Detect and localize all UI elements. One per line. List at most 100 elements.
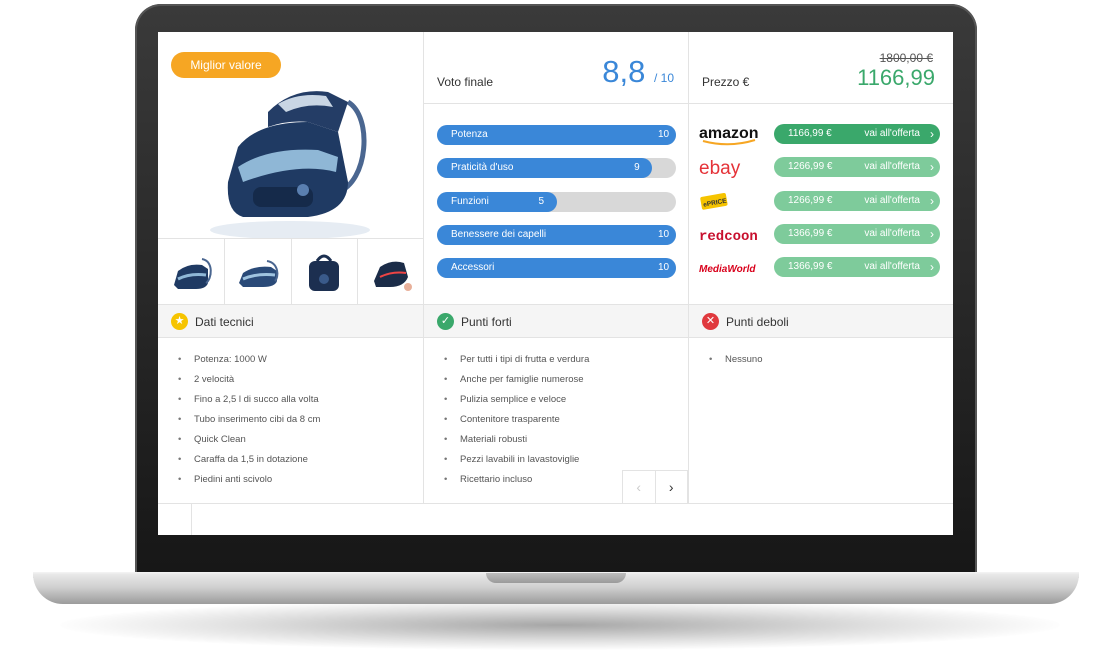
final-score-label: Voto finale (437, 75, 494, 89)
score-bar-label: Funzioni (451, 195, 489, 207)
offer-button-eprice[interactable]: 1266,99 € vai all'offerta › (774, 190, 940, 211)
list-item: Nessuno (709, 350, 763, 370)
tech-specs-list: Potenza: 1000 W 2 velocità Fino a 2,5 l … (178, 350, 320, 490)
list-item: Caraffa da 1,5 in dotazione (178, 450, 320, 470)
offer-row-amazon: amazon 1166,99 € vai all'offerta › (699, 124, 944, 146)
laptop-notch (486, 573, 626, 583)
thumbnail-strip (158, 238, 424, 304)
offer-price: 1366,99 € (788, 261, 833, 273)
list-item: 2 velocità (178, 370, 320, 390)
pager: ‹ › (622, 470, 688, 504)
offer-button-amazon[interactable]: 1166,99 € vai all'offerta › (774, 124, 940, 144)
offer-price: 1266,99 € (788, 194, 833, 206)
final-score: 8,8 / 10 (602, 54, 674, 96)
ebay-logo-text: ebay (699, 158, 741, 179)
score-value: 8,8 (602, 54, 646, 89)
steam-iron-image[interactable] (198, 62, 388, 242)
score-bar-benessere: Benessere dei capelli 10 (437, 224, 676, 245)
list-item: Anche per famiglie numerose (444, 370, 589, 390)
offer-button-mediaworld[interactable]: 1366,99 € vai all'offerta › (774, 257, 940, 278)
list-item: Pezzi lavabili in lavastoviglie (444, 450, 589, 470)
tech-specs-panel: ★ Dati tecnici Potenza: 1000 W 2 velocit… (158, 304, 424, 504)
mediaworld-logo: MediaWorld (699, 257, 769, 279)
list-item: Piedini anti scivolo (178, 470, 320, 490)
list-item: Per tutti i tipi di frutta e verdura (444, 350, 589, 370)
shop-offers: amazon 1166,99 € vai all'offerta › ebay 12… (699, 124, 944, 290)
offer-row-redcoon: redcoon 1366,99 € vai all'offerta › (699, 223, 944, 246)
cons-panel: ✕ Punti deboli Nessuno (689, 304, 953, 504)
offer-button-ebay[interactable]: 1266,99 € vai all'offerta › (774, 157, 940, 178)
offer-cta: vai all'offerta (864, 194, 920, 206)
cons-header: ✕ Punti deboli (689, 304, 953, 338)
score-bar-value: 5 (538, 195, 545, 207)
star-icon: ★ (171, 313, 188, 330)
chevron-right-icon: › (930, 160, 934, 175)
redcoon-logo: redcoon (699, 224, 769, 246)
thumbnail-2[interactable] (225, 239, 292, 304)
offer-cta: vai all'offerta (864, 128, 920, 139)
score-bar-label: Accessori (451, 262, 495, 274)
prev-button[interactable]: ‹ (623, 471, 656, 503)
price-header: Prezzo € 1800,00 € 1166,99 (689, 32, 953, 104)
mediaworld-logo-text: MediaWorld (699, 264, 756, 275)
offer-row-ebay: ebay 1266,99 € vai all'offerta › (699, 157, 944, 179)
amazon-logo-text: amazon (699, 125, 759, 142)
product-column: Miglior valore (158, 32, 424, 304)
score-bar-label: Benessere dei capelli (451, 228, 547, 240)
amazon-logo: amazon (699, 124, 769, 146)
list-item: Potenza: 1000 W (178, 350, 320, 370)
cross-icon: ✕ (702, 313, 719, 330)
price-label: Prezzo € (702, 75, 750, 89)
score-bars: Potenza 10 Praticità d'uso 9 Funzioni 5 Ben… (437, 125, 676, 291)
screen: Miglior valore Voto finale 8,8 / 10 Pote… (158, 32, 953, 535)
pros-list: Per tutti i tipi di frutta e verdura Anc… (444, 350, 589, 490)
offer-button-redcoon[interactable]: 1366,99 € vai all'offerta › (774, 223, 940, 244)
offer-row-eprice: ePRICE 1266,99 € vai all'offerta › (699, 190, 944, 213)
next-button[interactable]: › (656, 471, 688, 503)
score-max: / 10 (653, 71, 674, 85)
pros-title: Punti forti (461, 315, 512, 329)
old-price: 1800,00 € (879, 51, 933, 65)
chevron-right-icon: › (668, 479, 674, 495)
score-bar-value: 10 (658, 129, 670, 140)
score-bar-value: 10 (658, 262, 670, 274)
list-item: Ricettario incluso (444, 470, 589, 490)
thumbnail-4[interactable] (358, 239, 424, 304)
cons-list: Nessuno (709, 350, 763, 370)
offer-cta: vai all'offerta (864, 261, 920, 273)
rating-header: Voto finale 8,8 / 10 (424, 32, 688, 104)
footer-divider (191, 504, 192, 535)
thumbnail-3[interactable] (292, 239, 359, 304)
score-bar-label: Praticità d'uso (451, 162, 514, 174)
eprice-logo: ePRICE (699, 191, 769, 213)
score-bar-label: Potenza (451, 129, 488, 140)
score-bar-value: 10 (658, 228, 670, 240)
details-panels: ★ Dati tecnici Potenza: 1000 W 2 velocit… (158, 304, 953, 504)
chevron-right-icon: › (930, 260, 934, 275)
list-item: Pulizia semplice e veloce (444, 390, 589, 410)
list-item: Materiali robusti (444, 430, 589, 450)
offer-price: 1366,99 € (788, 227, 833, 239)
score-bar-value: 9 (634, 162, 640, 174)
redcoon-logo-text: redcoon (699, 229, 758, 245)
offer-cta: vai all'offerta (864, 227, 920, 239)
offer-price: 1266,99 € (788, 161, 833, 173)
list-item: Tubo inserimento cibi da 8 cm (178, 410, 320, 430)
laptop-shadow (60, 600, 1060, 650)
cons-title: Punti deboli (726, 315, 789, 329)
score-bar-praticita: Praticità d'uso 9 (437, 158, 676, 179)
score-bar-funzioni: Funzioni 5 (437, 191, 676, 212)
chevron-right-icon: › (930, 193, 934, 208)
score-bar-accessori: Accessori 10 (437, 258, 676, 279)
chevron-right-icon: › (930, 226, 934, 241)
chevron-right-icon: › (930, 127, 934, 141)
pros-header: ✓ Punti forti (424, 304, 688, 338)
list-item: Fino a 2,5 l di succo alla volta (178, 390, 320, 410)
offer-row-mediaworld: MediaWorld 1366,99 € vai all'offerta › (699, 257, 944, 279)
ebay-logo: ebay (699, 157, 769, 179)
offer-cta: vai all'offerta (864, 161, 920, 173)
current-price: 1166,99 (857, 65, 935, 90)
list-item: Quick Clean (178, 430, 320, 450)
offer-price: 1166,99 € (788, 128, 832, 139)
thumbnail-1[interactable] (158, 239, 225, 304)
